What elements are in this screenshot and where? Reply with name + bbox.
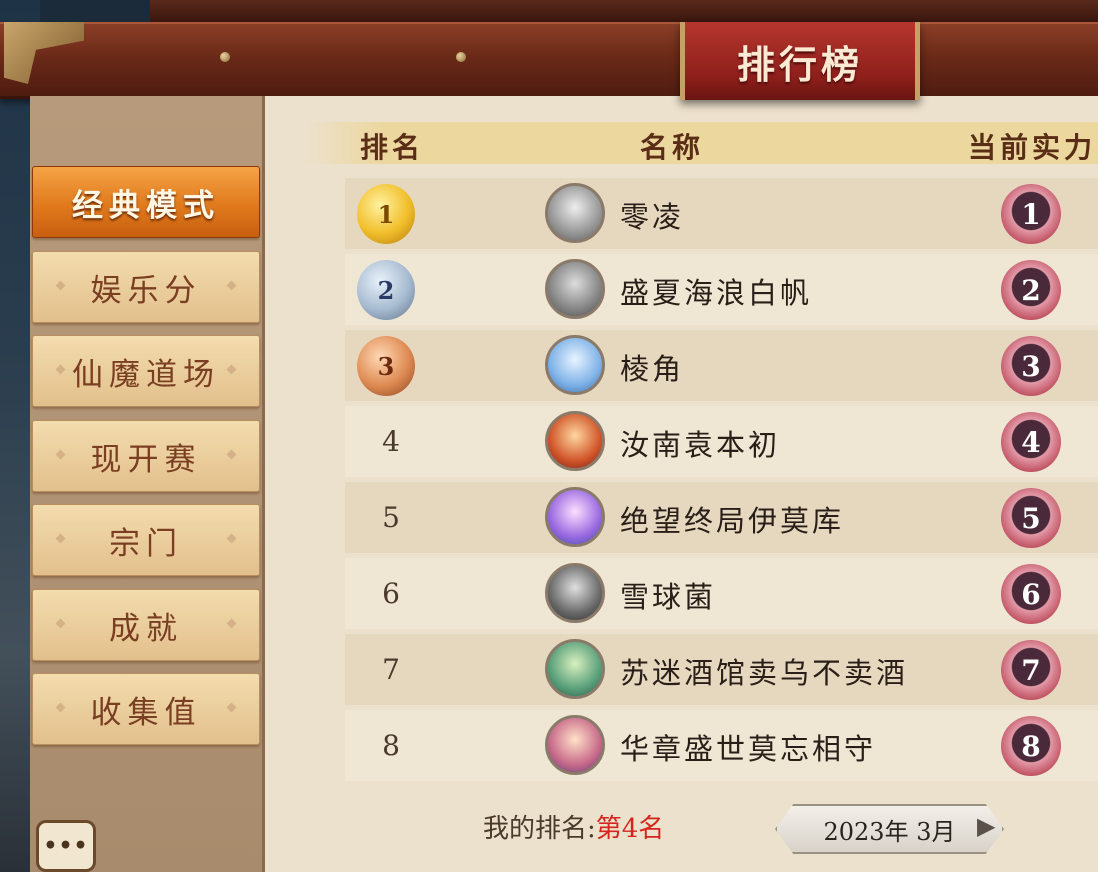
diamond-icon xyxy=(55,364,66,375)
table-row[interactable]: 7 苏迷酒馆卖乌不卖酒 7 xyxy=(345,634,1098,705)
avatar xyxy=(545,259,605,319)
chat-button[interactable]: ••• xyxy=(36,820,96,872)
sidebar-item-label: 经典模式 xyxy=(72,187,220,224)
sidebar-item-label: 娱乐分 xyxy=(90,272,202,309)
power-badge: 5 xyxy=(1001,488,1061,548)
rank-value: 7 xyxy=(382,653,400,686)
player-name: 雪球菌 xyxy=(620,580,717,614)
rank-value: 6 xyxy=(382,577,400,610)
rank-value: 8 xyxy=(382,729,400,762)
diamond-icon xyxy=(226,449,237,460)
rank-value: 5 xyxy=(382,501,400,534)
top-strip xyxy=(150,0,1098,24)
table-row[interactable]: 2 盛夏海浪白帆 2 xyxy=(345,254,1098,325)
silver-medal-icon: 2 xyxy=(357,260,415,320)
diamond-icon xyxy=(55,618,66,629)
header-rank: 排名 xyxy=(360,131,425,164)
player-name: 绝望终局伊莫库 xyxy=(620,504,845,538)
table-row[interactable]: 3 棱角 3 xyxy=(345,330,1098,401)
power-badge: 3 xyxy=(1001,336,1061,396)
sidebar-item-label: 仙魔道场 xyxy=(72,356,220,393)
sidebar-item-achievements[interactable]: 成就 xyxy=(32,589,260,661)
sidebar-item-label: 宗门 xyxy=(109,525,183,562)
sidebar: 经典模式 娱乐分 仙魔道场 现开赛 宗门 成就 收集值 xyxy=(30,96,265,872)
power-value: 4 xyxy=(1021,425,1041,459)
power-value: 7 xyxy=(1021,653,1041,687)
avatar xyxy=(545,639,605,699)
header-power: 当前实力 xyxy=(968,131,1097,164)
power-badge: 2 xyxy=(1001,260,1061,320)
diamond-icon xyxy=(55,533,66,544)
power-value: 5 xyxy=(1021,501,1041,535)
month-selector[interactable]: 2023年 3月 xyxy=(775,804,1004,854)
diamond-icon xyxy=(226,533,237,544)
header-name: 名称 xyxy=(640,131,705,164)
power-value: 3 xyxy=(1021,349,1041,383)
diamond-icon xyxy=(226,618,237,629)
power-value: 2 xyxy=(1021,273,1041,307)
sidebar-item-label: 现开赛 xyxy=(90,441,202,478)
avatar xyxy=(545,183,605,243)
power-value: 1 xyxy=(1021,197,1041,231)
sidebar-item-classic[interactable]: 经典模式 xyxy=(32,166,260,238)
rank-value: 4 xyxy=(382,425,400,458)
sidebar-item-entertainment[interactable]: 娱乐分 xyxy=(32,251,260,323)
power-value: 8 xyxy=(1021,729,1041,763)
power-value: 6 xyxy=(1021,577,1041,611)
page-title: 排行榜 xyxy=(736,41,863,87)
next-month-icon[interactable]: ▶ xyxy=(977,812,1003,842)
diamond-icon xyxy=(226,702,237,713)
diamond-icon xyxy=(226,364,237,375)
table-row[interactable]: 1 零凌 1 xyxy=(345,178,1098,249)
avatar xyxy=(545,335,605,395)
avatar xyxy=(545,563,605,623)
player-name: 汝南袁本初 xyxy=(620,428,781,462)
power-badge: 8 xyxy=(1001,716,1061,776)
sidebar-item-arena[interactable]: 仙魔道场 xyxy=(32,335,260,407)
power-badge: 1 xyxy=(1001,184,1061,244)
sidebar-item-guild[interactable]: 宗门 xyxy=(32,504,260,576)
avatar xyxy=(545,487,605,547)
table-row[interactable]: 5 绝望终局伊莫库 5 xyxy=(345,482,1098,553)
rank-value: 2 xyxy=(377,275,395,305)
header-beam xyxy=(0,22,1098,99)
diamond-icon xyxy=(55,280,66,291)
beam-stud xyxy=(456,52,466,62)
gold-medal-icon: 1 xyxy=(357,184,415,244)
diamond-icon xyxy=(226,280,237,291)
sidebar-item-label: 收集值 xyxy=(90,694,202,731)
avatar xyxy=(545,411,605,471)
player-name: 华章盛世莫忘相守 xyxy=(620,732,877,766)
sidebar-item-collection[interactable]: 收集值 xyxy=(32,673,260,745)
table-row[interactable]: 4 汝南袁本初 4 xyxy=(345,406,1098,477)
player-name: 苏迷酒馆卖乌不卖酒 xyxy=(620,656,909,690)
power-badge: 4 xyxy=(1001,412,1061,472)
month-label: 2023年 3月 xyxy=(823,817,956,846)
title-banner: 排行榜 xyxy=(680,22,920,100)
player-name: 盛夏海浪白帆 xyxy=(620,276,813,310)
diamond-icon xyxy=(55,449,66,460)
sidebar-item-label: 成就 xyxy=(109,610,183,647)
bronze-medal-icon: 3 xyxy=(357,336,415,396)
power-badge: 6 xyxy=(1001,564,1061,624)
sidebar-item-open-match[interactable]: 现开赛 xyxy=(32,420,260,492)
my-rank-value: 第4名 xyxy=(595,814,665,844)
table-row[interactable]: 8 华章盛世莫忘相守 8 xyxy=(345,710,1098,781)
my-rank: 我的排名:第4名 xyxy=(483,808,664,845)
table-row[interactable]: 6 雪球菌 6 xyxy=(345,558,1098,629)
power-badge: 7 xyxy=(1001,640,1061,700)
player-name: 零凌 xyxy=(620,200,685,234)
my-rank-label: 我的排名: xyxy=(483,814,596,844)
diamond-icon xyxy=(55,702,66,713)
beam-stud xyxy=(220,52,230,62)
player-name: 棱角 xyxy=(620,352,685,386)
leaderboard-panel: 排名 名称 当前实力 1 零凌 1 2 盛夏海浪白帆 2 3 棱角 3 4 汝南… xyxy=(265,96,1098,872)
chat-icon: ••• xyxy=(43,833,89,859)
column-header: 排名 名称 当前实力 xyxy=(305,122,1098,164)
rank-value: 3 xyxy=(377,351,395,381)
avatar xyxy=(545,715,605,775)
rank-value: 1 xyxy=(377,199,395,229)
